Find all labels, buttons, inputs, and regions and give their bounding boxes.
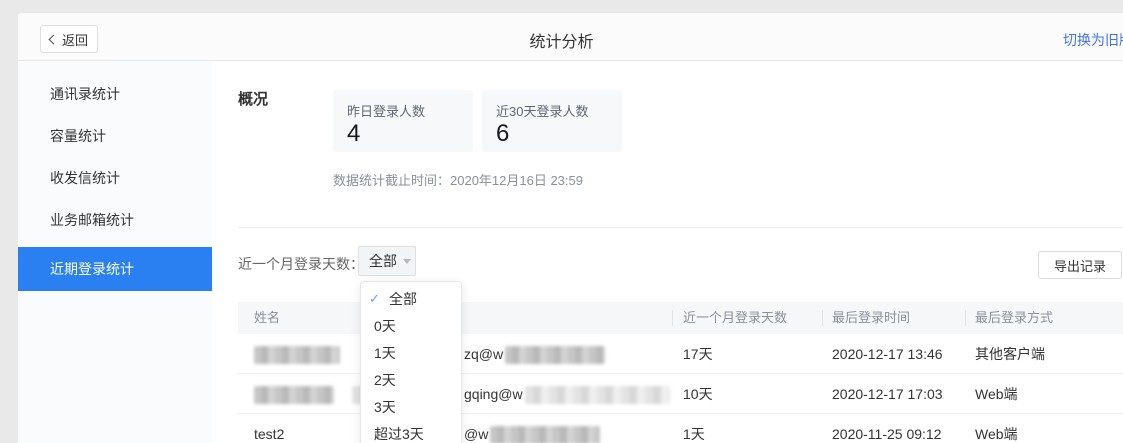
login-days-dropdown-menu: ✓ 全部 0天 1天 2天 3天 超过3天 — [360, 281, 462, 443]
dropdown-option-label: 超过3天 — [374, 424, 424, 443]
dropdown-option-label: 0天 — [374, 316, 396, 336]
cell-last-login-time: 2020-12-17 17:03 — [832, 374, 943, 414]
redacted-domain — [505, 346, 605, 364]
section-divider — [238, 227, 1123, 228]
redacted-domain — [525, 386, 670, 404]
column-header-login-days: 近一个月登录天数 — [683, 302, 787, 334]
stat-card-value: 4 — [347, 122, 459, 146]
dropdown-option-label: 3天 — [374, 397, 396, 417]
export-records-label: 导出记录 — [1054, 256, 1106, 275]
dropdown-option-all[interactable]: ✓ 全部 — [361, 285, 461, 312]
cell-name: test2 — [254, 414, 284, 443]
login-days-select[interactable]: 全部 — [358, 246, 416, 276]
redacted-name — [254, 386, 334, 404]
switch-to-old-version-link[interactable]: 切换为旧版 — [1063, 30, 1123, 50]
stat-card-value: 6 — [496, 122, 608, 146]
data-cutoff-note: 数据统计截止时间：2020年12月16日 23:59 — [333, 170, 583, 189]
column-header-name: 姓名 — [254, 302, 280, 334]
dropdown-option-label: 全部 — [389, 289, 417, 309]
dropdown-option-over-3-days[interactable]: 超过3天 — [361, 420, 461, 443]
dropdown-option-label: 2天 — [374, 370, 396, 390]
sidebar-item-mail-send-receive-stats[interactable]: 收发信统计 — [18, 157, 212, 199]
cell-login-days: 1天 — [683, 414, 705, 443]
cell-login-days: 10天 — [683, 374, 713, 414]
login-days-select-value: 全部 — [369, 251, 397, 271]
cell-last-login-time: 2020-11-25 09:12 — [832, 414, 942, 443]
dropdown-option-3-days[interactable]: 3天 — [361, 393, 461, 420]
export-records-button[interactable]: 导出记录 — [1038, 251, 1122, 279]
page-title: 统计分析 — [0, 28, 1123, 52]
cell-last-login-method: 其他客户端 — [975, 334, 1045, 374]
cell-last-login-method: Web端 — [975, 374, 1018, 414]
column-header-last-login-method: 最后登录方式 — [975, 302, 1053, 334]
dropdown-option-0-days[interactable]: 0天 — [361, 312, 461, 339]
stat-card-30day-logins: 近30天登录人数 6 — [482, 90, 622, 152]
sidebar-item-capacity-stats[interactable]: 容量统计 — [18, 115, 212, 157]
column-divider — [965, 310, 966, 326]
redacted-name — [254, 346, 340, 364]
cell-login-days: 17天 — [683, 334, 713, 374]
stat-card-yesterday-logins: 昨日登录人数 4 — [333, 90, 473, 152]
cell-account: @w — [464, 414, 600, 443]
cell-last-login-method: Web端 — [975, 414, 1018, 443]
cell-account: gqing@w — [464, 374, 670, 414]
overview-section-title: 概况 — [238, 88, 268, 109]
dropdown-option-2-days[interactable]: 2天 — [361, 366, 461, 393]
cell-account: zq@w — [464, 334, 605, 374]
cell-name — [254, 334, 340, 374]
dropdown-option-label: 1天 — [374, 343, 396, 363]
stat-card-label: 昨日登录人数 — [347, 101, 459, 120]
login-days-filter-label: 近一个月登录天数： — [238, 254, 364, 274]
column-divider — [822, 310, 823, 326]
sidebar-item-recent-login-stats[interactable]: 近期登录统计 — [18, 247, 212, 291]
cell-last-login-time: 2020-12-17 13:46 — [832, 334, 943, 374]
column-header-last-login-time: 最后登录时间 — [832, 302, 910, 334]
sidebar: 通讯录统计 容量统计 收发信统计 业务邮箱统计 近期登录统计 — [18, 61, 212, 443]
sidebar-item-contacts-stats[interactable]: 通讯录统计 — [18, 73, 212, 115]
check-icon: ✓ — [369, 291, 389, 307]
caret-down-icon — [403, 259, 411, 264]
stat-card-label: 近30天登录人数 — [496, 101, 608, 120]
redacted-domain — [490, 426, 600, 443]
column-divider — [672, 310, 673, 326]
dropdown-option-1-day[interactable]: 1天 — [361, 339, 461, 366]
sidebar-item-business-mailbox-stats[interactable]: 业务邮箱统计 — [18, 199, 212, 241]
